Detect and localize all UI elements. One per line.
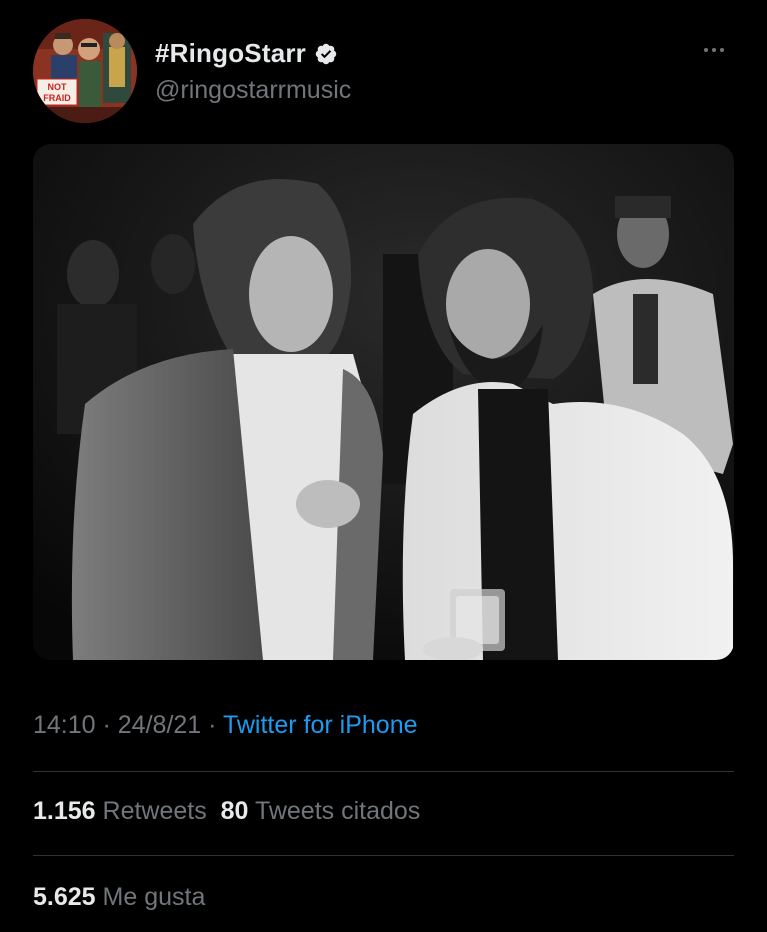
retweets-stat[interactable]: 1.156 Retweets: [33, 797, 207, 825]
more-options-button[interactable]: [694, 38, 734, 62]
tweet-meta: 14:10 · 24/8/21 · Twitter for iPhone: [33, 711, 418, 740]
divider: [33, 855, 734, 856]
tweet-source-link[interactable]: Twitter for iPhone: [223, 711, 418, 739]
likes-count: 5.625: [33, 883, 96, 911]
likes-stats-row: 5.625 Me gusta: [33, 883, 205, 912]
quotes-stat[interactable]: 80 Tweets citados: [221, 797, 421, 825]
tweet-header: NOT FRAID #RingoStarr @ringostarrmusic: [0, 0, 767, 140]
author-handle[interactable]: @ringostarrmusic: [155, 76, 351, 105]
svg-text:NOT: NOT: [48, 82, 68, 92]
meta-separator: ·: [201, 711, 223, 739]
quotes-count: 80: [220, 797, 249, 825]
avatar[interactable]: NOT FRAID: [33, 19, 137, 123]
tweet-date[interactable]: 24/8/21: [118, 711, 201, 739]
meta-separator: ·: [95, 711, 118, 739]
svg-text:FRAID: FRAID: [43, 93, 71, 103]
author-name-row[interactable]: #RingoStarr: [155, 38, 338, 69]
more-horizontal-icon: [704, 48, 708, 52]
likes-stat[interactable]: 5.625 Me gusta: [33, 883, 205, 911]
quotes-label: Tweets citados: [254, 797, 421, 825]
retweets-label: Retweets: [102, 797, 207, 825]
verified-badge-icon: [315, 43, 337, 64]
tweet-photo[interactable]: [33, 144, 734, 660]
retweets-count: 1.156: [33, 797, 96, 825]
tweet-time[interactable]: 14:10: [33, 711, 96, 739]
likes-label: Me gusta: [102, 883, 206, 911]
author-display-name[interactable]: #RingoStarr: [155, 38, 306, 69]
retweet-stats-row: 1.156 Retweets 80 Tweets citados: [33, 797, 420, 826]
divider: [33, 771, 734, 772]
